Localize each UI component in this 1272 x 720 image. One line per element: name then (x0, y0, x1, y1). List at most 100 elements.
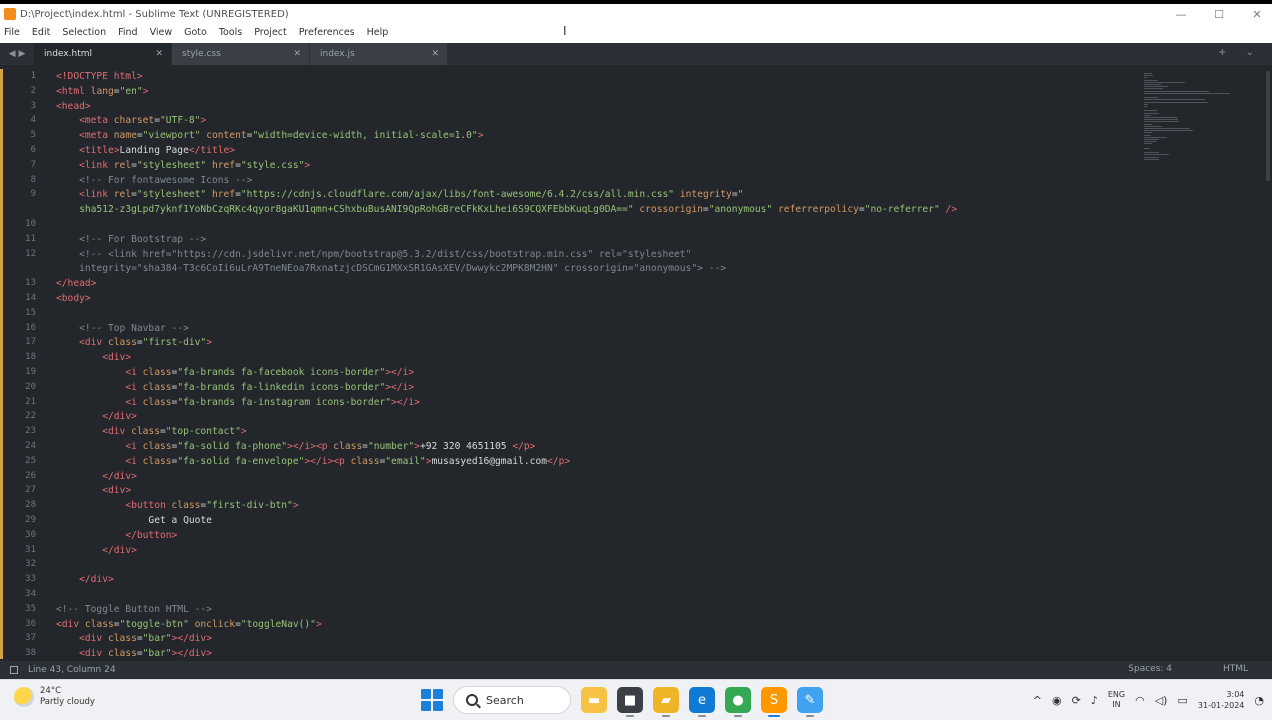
code-line[interactable]: <div class="first-div"> (56, 335, 212, 350)
menu-project[interactable]: Project (254, 27, 287, 38)
code-line[interactable]: <div> (56, 350, 131, 365)
menu-selection[interactable]: Selection (62, 27, 106, 38)
clock[interactable]: 3:04 31-01-2024 (1198, 689, 1245, 711)
menu-goto[interactable]: Goto (184, 27, 207, 38)
code-line[interactable]: <meta name="viewport" content="width=dev… (56, 128, 483, 143)
menu-preferences[interactable]: Preferences (299, 27, 355, 38)
windows-start-icon[interactable] (421, 689, 443, 711)
tab-index-js[interactable]: index.js ✕ (310, 43, 448, 65)
tab-close-icon[interactable]: ✕ (293, 49, 301, 59)
code-token: <div (56, 618, 80, 630)
code-line[interactable]: <div> (56, 483, 131, 498)
tab-index-html[interactable]: index.html ✕ (34, 43, 172, 65)
code-line[interactable]: <i class="fa-solid fa-envelope"></i><p c… (56, 454, 570, 469)
code-line[interactable]: <button class="first-div-btn"> (56, 498, 298, 513)
tab-right-icon[interactable]: ▶ (19, 49, 26, 59)
code-line[interactable]: <div class="top-contact"> (56, 424, 246, 439)
code-line[interactable]: <i class="fa-brands fa-instagram icons-b… (56, 395, 420, 410)
code-line[interactable]: <!DOCTYPE html> (56, 69, 143, 84)
language-indicator[interactable]: ENG IN (1108, 690, 1125, 710)
battery-icon[interactable]: ▭ (1177, 694, 1187, 707)
code-line[interactable]: <!-- Top Navbar --> (56, 321, 189, 336)
code-line[interactable]: </div> (56, 543, 137, 558)
menu-file[interactable]: File (4, 27, 20, 38)
code-line[interactable]: <div class="bar"></div> (56, 631, 212, 646)
code-line[interactable]: <title>Landing Page</title> (56, 143, 235, 158)
scrollbar-thumb[interactable] (1266, 71, 1270, 181)
code-line[interactable]: <head> (56, 99, 91, 114)
taskbar-file-explorer-icon[interactable]: ▬ (581, 687, 607, 713)
minimap-line (1144, 103, 1148, 105)
code-line[interactable]: <meta charset="UTF-8"> (56, 113, 206, 128)
line-number: 34 (25, 589, 36, 599)
code-line[interactable]: <!-- For fontawesome Icons --> (56, 173, 252, 188)
taskbar-edge-icon[interactable]: e (689, 687, 715, 717)
close-button[interactable]: ✕ (1250, 8, 1264, 21)
menu-find[interactable]: Find (118, 27, 137, 38)
title-bar[interactable]: D:\Project\index.html - Sublime Text (UN… (0, 4, 1272, 24)
minimap-line (1144, 119, 1179, 121)
code-editor[interactable]: 1 2 3 4 5 6 7 8 9 10 11 12 13 14 15 16 17 18 19 20 21 22 23 24 2… (0, 65, 1272, 661)
weather-widget[interactable]: 24°C Partly cloudy (14, 686, 95, 708)
code-line[interactable]: <div class="toggle-btn" onclick="toggleN… (56, 617, 322, 632)
menu-edit[interactable]: Edit (32, 27, 50, 38)
code-line[interactable]: <i class="fa-solid fa-phone"></i><p clas… (56, 439, 535, 454)
code-line[interactable]: <i class="fa-brands fa-linkedin icons-bo… (56, 380, 414, 395)
menu-help[interactable]: Help (367, 27, 389, 38)
code-token: class (136, 396, 172, 408)
taskbar-files-icon[interactable]: ■ (617, 687, 643, 717)
notification-icon[interactable]: ◔ (1254, 694, 1264, 707)
code-line[interactable]: <link rel="stylesheet" href="style.css"> (56, 158, 310, 173)
minimap-line (1144, 114, 1152, 116)
code-line[interactable]: </head> (56, 276, 96, 291)
code-line[interactable]: sha512-z3gLpd7yknf1YoNbCzqRKc4qyor8gaKU1… (56, 202, 957, 217)
code-line[interactable]: </div> (56, 469, 137, 484)
tab-style-css[interactable]: style.css ✕ (172, 43, 310, 65)
tray-mic-icon[interactable]: ♪ (1091, 694, 1098, 707)
code-line[interactable]: <link rel="stylesheet" href="https://cdn… (56, 187, 743, 202)
minimap-line (1144, 97, 1159, 99)
tray-chevron-icon[interactable]: ^ (1033, 694, 1042, 707)
code-line[interactable]: </button> (56, 528, 177, 543)
tab-overflow-icons[interactable]: + ⌄ (1218, 47, 1262, 58)
code-token: <div> (102, 352, 132, 364)
taskbar-folder-icon[interactable]: ▰ (653, 687, 679, 717)
code-line[interactable]: </div> (56, 409, 137, 424)
minimap[interactable] (1138, 65, 1264, 661)
syntax-setting[interactable]: HTML (1223, 664, 1248, 674)
maximize-button[interactable]: ☐ (1212, 8, 1226, 21)
menu-view[interactable]: View (150, 27, 173, 38)
taskbar-chrome-icon[interactable]: ● (725, 687, 751, 717)
code-line[interactable]: Get a Quote (56, 513, 212, 528)
indent-setting[interactable]: Spaces: 4 (1128, 664, 1172, 674)
minimap-line (1144, 112, 1159, 114)
line-number: 14 (25, 293, 36, 303)
code-line[interactable]: <i class="fa-brands fa-facebook icons-bo… (56, 365, 414, 380)
minimize-button[interactable]: — (1174, 8, 1188, 21)
tray-sync-icon[interactable]: ⟳ (1072, 694, 1081, 707)
code-line[interactable]: <!-- <link href="https://cdn.jsdelivr.ne… (56, 247, 691, 262)
code-area[interactable]: <!DOCTYPE html> <html lang="en"> <head> <m… (46, 65, 1136, 661)
tab-left-icon[interactable]: ◀ (9, 49, 16, 59)
tab-nav[interactable]: ◀ ▶ (0, 43, 34, 65)
menu-tools[interactable]: Tools (219, 27, 242, 38)
code-line[interactable]: <body> (56, 291, 91, 306)
code-line[interactable]: <!-- Toggle Button HTML --> (56, 602, 212, 617)
taskbar-sublime-icon[interactable]: S (761, 687, 787, 717)
code-line[interactable]: </div> (56, 572, 114, 587)
line-number: 27 (25, 485, 36, 496)
code-line[interactable]: <html lang="en"> (56, 84, 148, 99)
code-line[interactable]: integrity="sha384-T3c6CoIi6uLrA9TneNEoa7… (56, 261, 726, 276)
code-line[interactable]: <div class="bar"></div> (56, 646, 212, 661)
code-line[interactable]: <!-- For Bootstrap --> (56, 232, 206, 247)
tab-close-icon[interactable]: ✕ (431, 49, 439, 59)
taskbar-search[interactable]: Search (453, 686, 571, 714)
panel-toggle-icon[interactable] (10, 666, 18, 674)
taskbar-paint-icon[interactable]: ✎ (797, 687, 823, 717)
code-token: "style.css" (240, 159, 305, 171)
tray-app-icon[interactable]: ◉ (1052, 694, 1062, 707)
tab-close-icon[interactable]: ✕ (155, 49, 163, 59)
volume-icon[interactable]: ◁) (1155, 694, 1168, 707)
wifi-icon[interactable]: ◠ (1135, 694, 1145, 707)
